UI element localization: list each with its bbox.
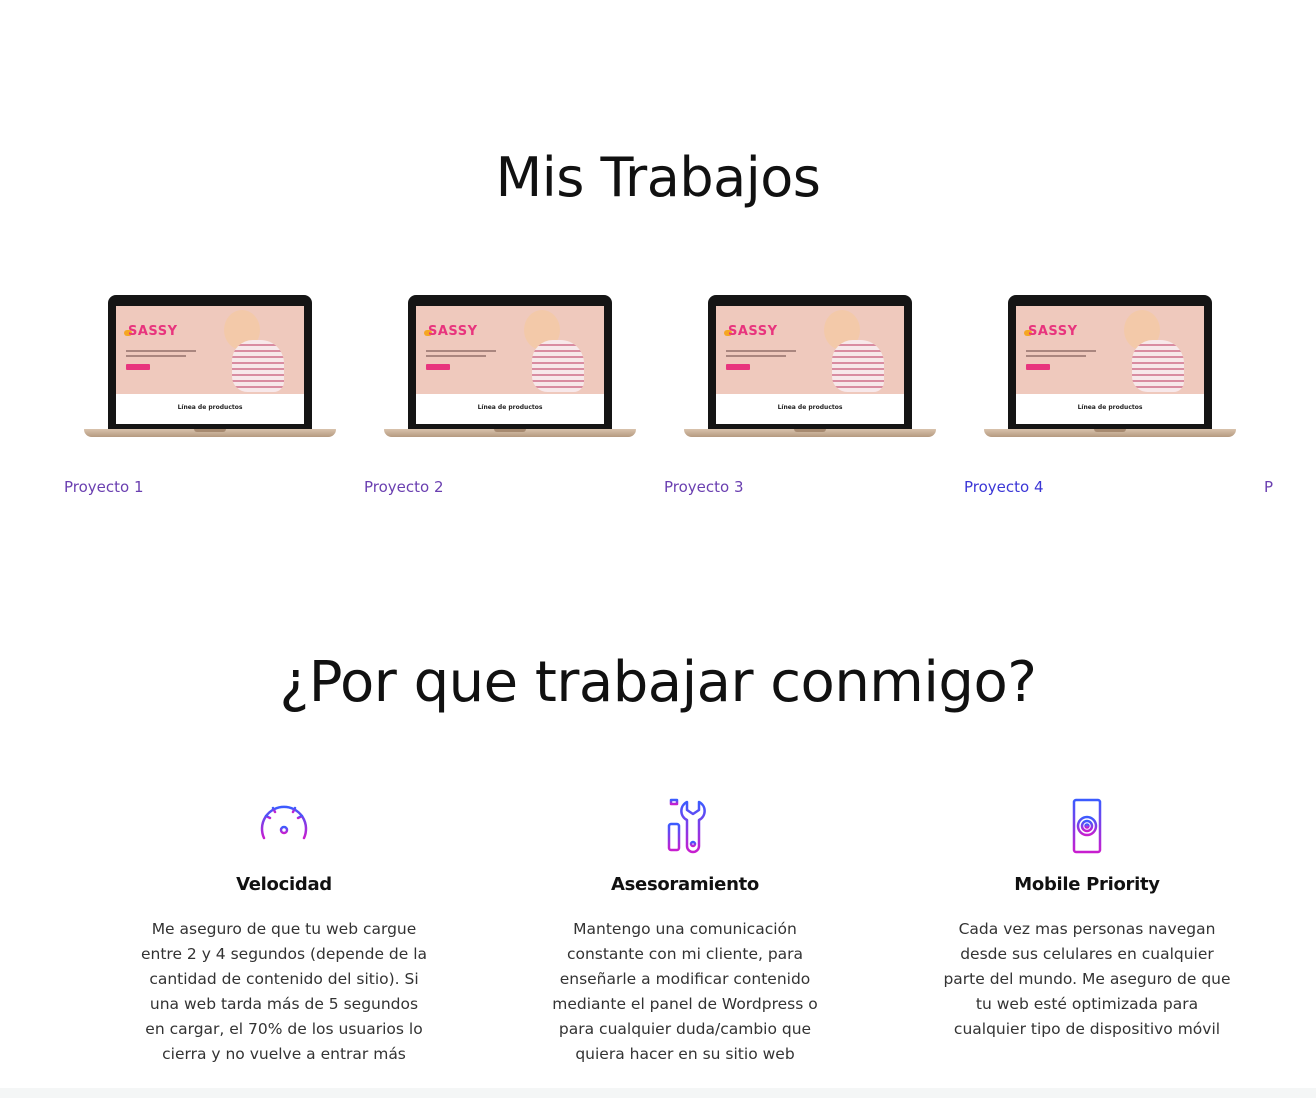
footer-strip: [0, 1088, 1316, 1098]
feature-mobile: Mobile Priority Cada vez mas personas na…: [937, 796, 1237, 1042]
why-section-title: ¿Por que trabajar conmigo?: [279, 650, 1037, 715]
feature-description: Me aseguro de que tu web cargue entre 2 …: [140, 920, 428, 1063]
laptop-mockup-image[interactable]: SASSY Línea de productos: [984, 295, 1236, 441]
speedometer-icon: [260, 803, 308, 847]
project-card[interactable]: SASSY Línea de productos Proyecto 4: [964, 290, 1244, 510]
mockup-products-heading: Línea de productos: [477, 404, 543, 411]
project-card[interactable]: P: [1264, 290, 1316, 510]
mockup-brand-logo: SASSY: [728, 324, 778, 339]
mockup-products-heading: Línea de productos: [1077, 404, 1143, 411]
feature-description: Mantengo una comunicación constante con …: [552, 920, 818, 1063]
feature-title: Asesoramiento: [611, 874, 759, 895]
feature-support: Asesoramiento Mantengo una comunicación …: [535, 796, 835, 1067]
feature-title: Mobile Priority: [1014, 874, 1160, 895]
works-section-title: Mis Trabajos: [495, 146, 821, 209]
projects-carousel[interactable]: SASSY Línea de productos Proyecto 1 SASS…: [0, 290, 1316, 510]
laptop-mockup-image[interactable]: SASSY Línea de productos: [384, 295, 636, 441]
project-link-2[interactable]: Proyecto 2: [364, 478, 444, 496]
project-card[interactable]: SASSY Línea de productos Proyecto 2: [364, 290, 644, 510]
feature-title: Velocidad: [236, 874, 332, 895]
project-link-4[interactable]: Proyecto 4: [964, 478, 1044, 496]
laptop-mockup-image[interactable]: SASSY Línea de productos: [684, 295, 936, 441]
mockup-brand-logo: SASSY: [128, 324, 178, 339]
mockup-brand-logo: SASSY: [428, 324, 478, 339]
project-card[interactable]: SASSY Línea de productos Proyecto 3: [664, 290, 944, 510]
mobile-icon: [1072, 798, 1102, 854]
laptop-mockup-image[interactable]: SASSY Línea de productos: [84, 295, 336, 441]
project-link-5[interactable]: P: [1264, 478, 1273, 496]
feature-description: Cada vez mas personas navegan desde sus …: [943, 920, 1231, 1038]
mockup-products-heading: Línea de productos: [177, 404, 243, 411]
project-link-3[interactable]: Proyecto 3: [664, 478, 744, 496]
project-card[interactable]: SASSY Línea de productos Proyecto 1: [64, 290, 344, 510]
tools-icon: [667, 798, 706, 854]
mockup-brand-logo: SASSY: [1028, 324, 1078, 339]
project-link-1[interactable]: Proyecto 1: [64, 478, 144, 496]
mockup-products-heading: Línea de productos: [777, 404, 843, 411]
feature-speed: Velocidad Me aseguro de que tu web cargu…: [134, 796, 434, 1067]
